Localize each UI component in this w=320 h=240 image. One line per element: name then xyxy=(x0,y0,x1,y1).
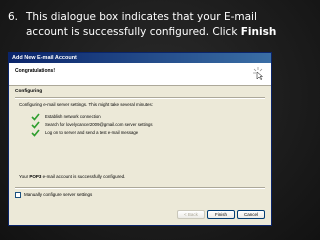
back-button[interactable]: < Back xyxy=(177,210,205,219)
task-label: Establish network connection xyxy=(45,114,101,119)
account-type: POP3 xyxy=(29,174,42,179)
add-email-account-dialog: Add New E-mail Account Congratulations! … xyxy=(8,52,272,226)
finish-button[interactable]: Finish xyxy=(207,210,235,219)
task-label: Search for lovelycancer2009@gmail.com se… xyxy=(45,122,153,127)
congratulations-heading: Congratulations! xyxy=(15,68,55,74)
dialog-header: Congratulations! xyxy=(9,63,271,86)
instruction-text: 6. This dialogue box indicates that your … xyxy=(8,10,308,40)
instruction-line-1: This dialogue box indicates that your E-… xyxy=(26,11,257,23)
cancel-button[interactable]: Cancel xyxy=(237,210,265,219)
manual-config-checkbox[interactable] xyxy=(15,192,21,198)
configuring-heading: Configuring xyxy=(15,89,43,94)
step-number: 6. xyxy=(8,11,19,23)
instruction-finish-word: Finish xyxy=(240,26,277,38)
checkmark-icon xyxy=(31,113,40,121)
task-label: Log on to server and send a test e-mail … xyxy=(45,130,139,135)
section-divider xyxy=(15,97,265,99)
success-prefix: Your xyxy=(19,174,30,179)
checkmark-icon xyxy=(31,129,40,137)
instruction-line-2: account is successfully configured. Clic… xyxy=(8,25,308,40)
dialog-title-bar[interactable]: Add New E-mail Account xyxy=(9,53,271,63)
checkmark-icon xyxy=(31,121,40,129)
bottom-divider xyxy=(15,187,265,189)
wizard-cursor-icon xyxy=(253,67,264,80)
manual-config-row[interactable]: Manually configure server settings xyxy=(15,192,92,198)
configuring-description: Configuring e-mail server settings. This… xyxy=(19,102,153,107)
manual-config-label: Manually configure server settings xyxy=(24,192,93,198)
instruction-line-2-text: account is successfully configured. Clic… xyxy=(26,26,241,38)
success-message: Your POP3 e-mail account is successfully… xyxy=(19,174,125,179)
success-suffix: e-mail account is successfully configure… xyxy=(41,174,126,179)
